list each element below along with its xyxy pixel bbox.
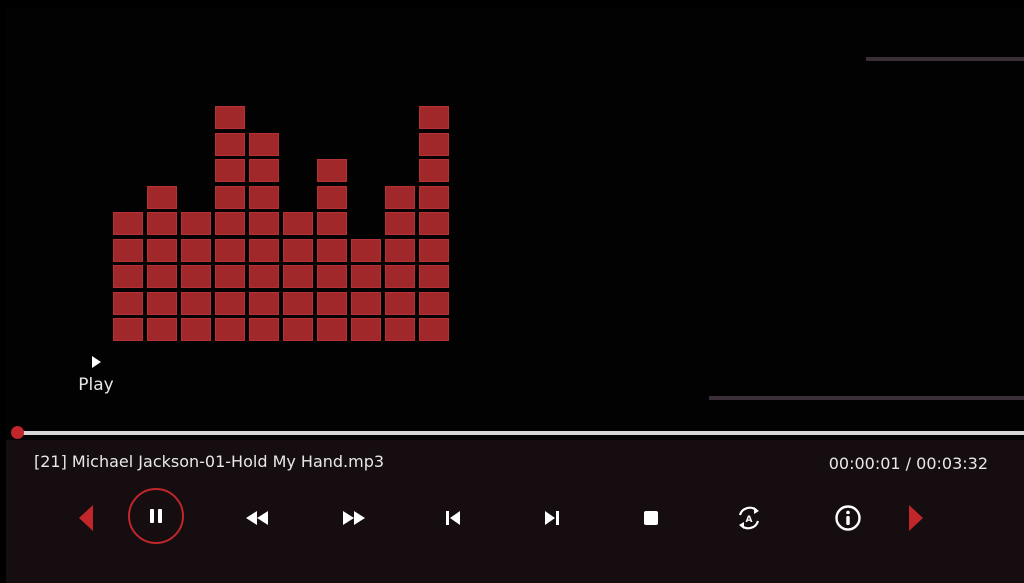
stop-icon [644, 511, 658, 525]
decorative-line-top [866, 57, 1024, 61]
visualizer-block [351, 238, 381, 262]
visualizer-block [385, 265, 415, 288]
visualizer-block [419, 132, 449, 156]
visualizer-block [113, 318, 143, 341]
visualizer-block [283, 265, 313, 288]
visualizer-block [351, 318, 381, 341]
visualizer-block [113, 265, 143, 288]
visualizer-block [147, 265, 177, 288]
visualizer-block [215, 291, 245, 315]
previous-track-button[interactable] [427, 492, 479, 544]
visualizer-block [181, 238, 211, 262]
visualizer-block [385, 212, 415, 235]
next-page-arrow[interactable] [890, 492, 942, 544]
visualizer-block [317, 159, 347, 182]
visualizer-block [113, 238, 143, 262]
visualizer-block [385, 238, 415, 262]
pause-button[interactable] [128, 488, 184, 544]
triangle-left-icon [79, 505, 93, 531]
repeat-mode-button[interactable]: A [723, 492, 775, 544]
skip-next-icon [545, 511, 559, 525]
visualizer-block [147, 318, 177, 341]
visualizer-block [385, 291, 415, 315]
prev-page-arrow[interactable] [60, 492, 112, 544]
visualizer-block [215, 106, 245, 129]
visualizer-block [181, 265, 211, 288]
visualizer-block [113, 291, 143, 315]
visualizer-block [317, 291, 347, 315]
visualizer-block [215, 265, 245, 288]
visualizer-block [249, 291, 279, 315]
visualizer-block [113, 212, 143, 235]
visualizer-block [419, 318, 449, 341]
visualizer-block [215, 318, 245, 341]
triangle-right-icon [909, 505, 923, 531]
track-title: [21] Michael Jackson-01-Hold My Hand.mp3 [34, 452, 385, 471]
visualizer-block [181, 212, 211, 235]
fast-forward-button[interactable] [328, 492, 380, 544]
pause-icon [150, 509, 162, 523]
rewind-button[interactable] [231, 492, 283, 544]
playback-status: Play [78, 355, 114, 395]
visualizer-block [419, 185, 449, 209]
visualizer-block [215, 185, 245, 209]
visualizer-block [249, 159, 279, 182]
visualizer-block [283, 318, 313, 341]
visualizer-block [249, 185, 279, 209]
stop-button[interactable] [625, 492, 677, 544]
visualizer-block [249, 212, 279, 235]
skip-previous-icon [446, 511, 460, 525]
visualizer-block [385, 185, 415, 209]
next-track-button[interactable] [526, 492, 578, 544]
fast-forward-icon [343, 511, 365, 525]
visualizer-block [147, 212, 177, 235]
visualizer-block [147, 185, 177, 209]
rewind-icon [246, 511, 268, 525]
visualizer-block [351, 265, 381, 288]
visualizer-block [283, 238, 313, 262]
visualizer-block [351, 291, 381, 315]
visualizer-block [419, 159, 449, 182]
visualizer-block [419, 291, 449, 315]
progress-knob[interactable] [11, 426, 25, 439]
visualizer-block [215, 159, 245, 182]
visualizer-block [249, 318, 279, 341]
visualizer-block [181, 318, 211, 341]
visualizer-block [215, 238, 245, 262]
svg-text:A: A [746, 515, 753, 525]
visualizer-block [147, 238, 177, 262]
visualizer-block [419, 106, 449, 129]
visualizer-block [147, 291, 177, 315]
visualizer-block [249, 265, 279, 288]
visualizer-block [419, 238, 449, 262]
visualizer-block [317, 238, 347, 262]
visualizer-block [215, 132, 245, 156]
visualizer-block [283, 212, 313, 235]
visualizer-block [181, 291, 211, 315]
visualizer-block [317, 185, 347, 209]
time-readout: 00:00:01 / 00:03:32 [828, 454, 988, 473]
visualizer-block [419, 265, 449, 288]
info-icon [835, 505, 861, 531]
repeat-a-icon: A [738, 506, 760, 530]
visualizer-block [249, 132, 279, 156]
play-icon [92, 356, 101, 368]
visualizer-block [419, 212, 449, 235]
visualizer-block [317, 265, 347, 288]
visualizer-block [283, 291, 313, 315]
visualizer-block [249, 238, 279, 262]
decorative-line-bottom [709, 396, 1024, 400]
visualizer-block [317, 212, 347, 235]
visualizer-block [215, 212, 245, 235]
playback-status-label: Play [78, 375, 114, 395]
info-button[interactable] [822, 492, 874, 544]
progress-bar[interactable] [11, 426, 1024, 439]
visualizer-block [317, 318, 347, 341]
visualizer-block [385, 318, 415, 341]
